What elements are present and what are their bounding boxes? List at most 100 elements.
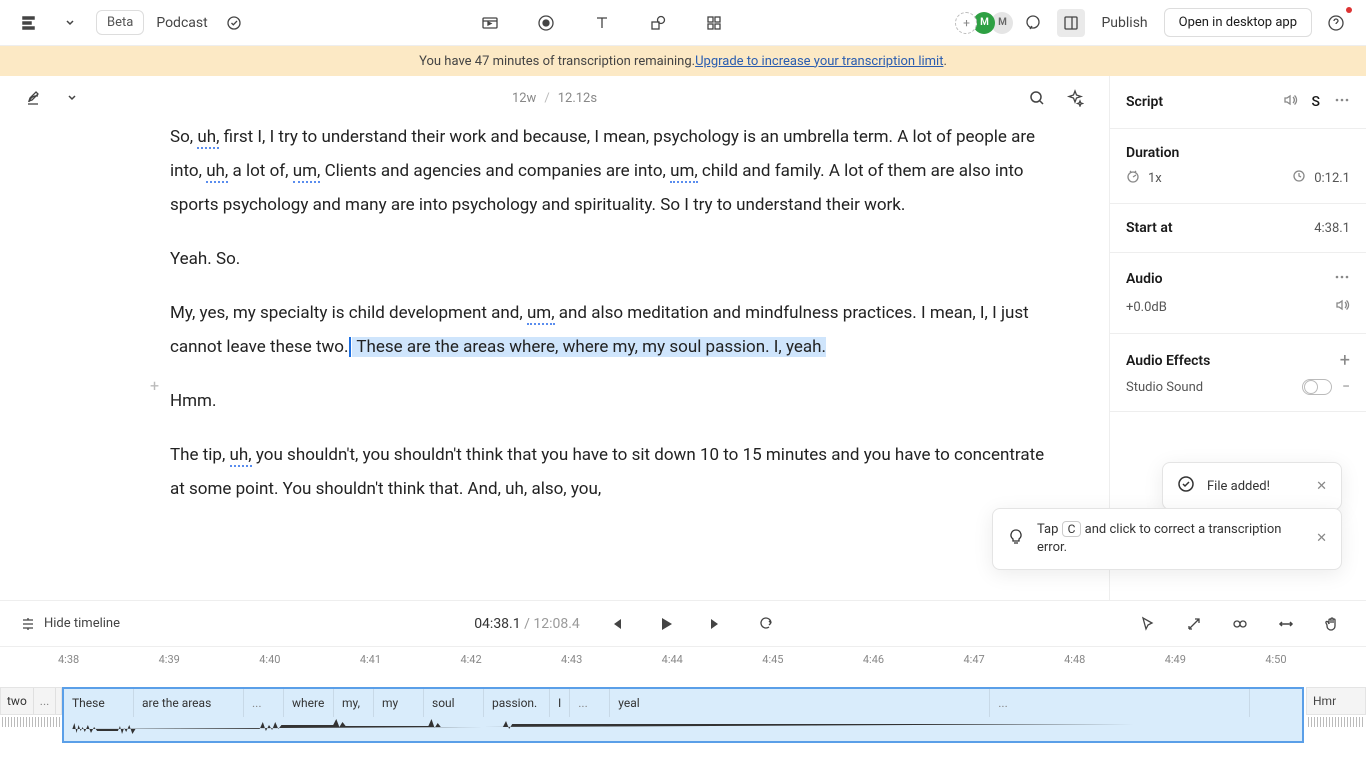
timeline-ruler[interactable]: 4:384:394:404:414:424:434:444:454:464:47… [0,647,1366,677]
upgrade-link[interactable]: Upgrade to increase your transcription l… [695,54,943,69]
filler-word[interactable]: uh, [206,161,228,183]
blade-tool-icon[interactable] [1180,610,1208,638]
add-collaborator-icon[interactable]: + [955,12,977,34]
timeline-word[interactable]: soul [424,689,484,717]
transcript-paragraph[interactable]: The tip, uh, you shouldn't, you shouldn'… [170,438,1049,506]
filler-word[interactable]: um, [670,161,698,183]
help-icon[interactable] [1322,9,1350,37]
ruler-tick[interactable]: 4:46 [863,647,964,677]
skip-forward-icon[interactable] [702,610,730,638]
timeline-word[interactable]: two [1,688,34,714]
filler-word[interactable]: uh, [230,445,252,467]
timeline-word[interactable]: These [64,689,134,717]
hide-timeline-button[interactable]: Hide timeline [20,616,120,632]
search-icon[interactable] [1023,84,1051,112]
hand-tool-icon[interactable] [1318,610,1346,638]
sparkle-icon[interactable] [1061,84,1089,112]
timeline[interactable]: 4:384:394:404:414:424:434:444:454:464:47… [0,646,1366,766]
script-badge[interactable]: S [1312,94,1320,110]
close-icon[interactable]: ✕ [1316,531,1327,546]
transcript-paragraph[interactable]: Yeah. So. [170,242,1049,276]
toast-tip: Tap C and click to correct a transcripti… [992,508,1342,570]
add-effect-icon[interactable]: + [1340,350,1350,371]
project-title[interactable]: Podcast [156,15,207,31]
ruler-tick[interactable]: 4:44 [662,647,763,677]
ruler-tick[interactable]: 4:45 [762,647,863,677]
timeline-word[interactable]: passion. [484,689,550,717]
stretch-tool-icon[interactable] [1272,610,1300,638]
ruler-tick[interactable]: 4:49 [1165,647,1266,677]
clip-adjacent[interactable]: two ... [0,687,62,715]
avatar-stack[interactable]: + M M [955,12,1009,34]
speed-value[interactable]: 1x [1148,171,1162,186]
loop-icon[interactable] [752,610,780,638]
timeline-gap[interactable]: ... [34,688,57,714]
timeline-word[interactable]: yeal [610,689,990,717]
ruler-tick[interactable]: 4:42 [460,647,561,677]
layout-video-icon[interactable] [476,9,504,37]
timeline-word[interactable]: my, [334,689,374,717]
publish-button[interactable]: Publish [1095,15,1153,31]
transcript-paragraph[interactable]: Hmm. [170,384,1049,418]
timeline-gap[interactable]: ... [244,689,284,717]
shapes-icon[interactable] [644,9,672,37]
timeline-word[interactable]: where [284,689,334,717]
transcript-paragraph[interactable]: My, yes, my specialty is child developme… [170,296,1049,364]
effects-label: Audio Effects [1126,353,1210,369]
selected-text[interactable]: These are the areas where, where my, my … [352,337,826,357]
pointer-tool-icon[interactable] [1134,610,1162,638]
ruler-tick[interactable]: 4:38 [58,647,159,677]
clock-icon [1292,169,1306,187]
comment-icon[interactable] [1019,9,1047,37]
transcript[interactable]: + So, uh, first I, I try to understand t… [0,120,1109,600]
timeline-gap[interactable]: ... [570,689,610,717]
filler-word[interactable]: um, [293,161,321,183]
ruler-tick[interactable]: 4:50 [1265,647,1366,677]
transcript-paragraph[interactable]: So, uh, first I, I try to understand the… [170,120,1049,222]
timeline-word[interactable]: are the areas [134,689,244,717]
chevron-down-icon[interactable] [56,9,84,37]
speaker-edit-icon[interactable] [20,84,48,112]
volume-icon[interactable] [1334,297,1350,317]
more-icon[interactable] [1334,92,1350,112]
record-icon[interactable] [532,9,560,37]
play-icon[interactable] [652,610,680,638]
remove-effect-icon[interactable]: − [1342,379,1350,395]
beta-badge[interactable]: Beta [96,10,144,35]
status-check-icon[interactable] [220,9,248,37]
ruler-tick[interactable]: 4:48 [1064,647,1165,677]
studio-sound-label: Studio Sound [1126,380,1203,395]
gain-value[interactable]: +0.0dB [1126,300,1167,315]
studio-sound-toggle[interactable] [1302,379,1332,395]
chevron-down-icon[interactable] [58,84,86,112]
timeline-gap[interactable]: ... [990,689,1250,717]
start-at-value[interactable]: 4:38.1 [1314,221,1350,236]
open-desktop-button[interactable]: Open in desktop app [1164,8,1312,37]
speed-icon[interactable] [1126,169,1140,187]
ruler-tick[interactable]: 4:40 [259,647,360,677]
ruler-tick[interactable]: 4:47 [963,647,1064,677]
timeline-word[interactable]: I [550,689,570,717]
filler-word[interactable]: uh, [197,127,219,149]
toast-file-added: File added! ✕ [1162,462,1342,510]
filler-word[interactable]: um, [527,303,555,325]
volume-icon[interactable] [1282,92,1298,112]
grid-icon[interactable] [700,9,728,37]
clip-adjacent[interactable]: Hmr [1306,687,1366,715]
link-tool-icon[interactable] [1226,610,1254,638]
more-icon[interactable] [1334,269,1350,289]
lightbulb-icon [1007,528,1025,550]
timeline-word[interactable]: Hmr [1313,694,1336,708]
ruler-tick[interactable]: 4:41 [360,647,461,677]
timeline-track[interactable]: two ... Theseare the areas...wheremy,mys… [0,687,1366,747]
ruler-tick[interactable]: 4:39 [159,647,260,677]
add-block-icon[interactable]: + [150,370,159,402]
skip-back-icon[interactable] [602,610,630,638]
check-icon [1177,475,1195,497]
app-menu-icon[interactable] [16,9,44,37]
text-tool-icon[interactable] [588,9,616,37]
panel-toggle-icon[interactable] [1057,9,1085,37]
timeline-word[interactable]: my [374,689,424,717]
close-icon[interactable]: ✕ [1316,479,1327,494]
ruler-tick[interactable]: 4:43 [561,647,662,677]
